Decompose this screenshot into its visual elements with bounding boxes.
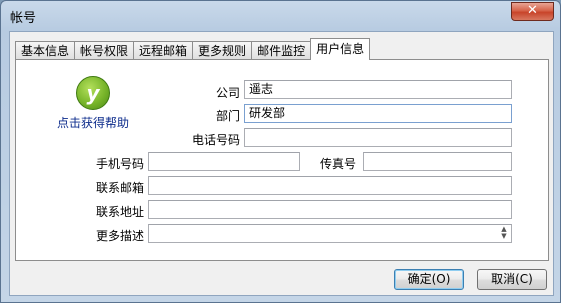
tab-remote-mailbox[interactable]: 远程邮箱 (133, 41, 194, 60)
company-label: 公司 (215, 86, 240, 100)
fax-field[interactable] (363, 152, 512, 171)
tab-user-info[interactable]: 用户信息 (310, 38, 371, 60)
dialog-body: 基本信息 帐号权限 远程邮箱 更多规则 邮件监控 用户信息 y 点击获得帮助 公… (9, 31, 554, 296)
cancel-button[interactable]: 取消(C) (477, 269, 547, 290)
help-link[interactable]: y 点击获得帮助 (48, 76, 138, 131)
close-button[interactable]: ✕ (511, 2, 554, 21)
description-field[interactable]: ▲ ▼ (148, 224, 512, 243)
mobile-field[interactable] (148, 152, 300, 171)
phone-field[interactable] (244, 128, 512, 147)
tab-basic-info[interactable]: 基本信息 (15, 41, 76, 60)
tab-more-rules[interactable]: 更多规则 (192, 41, 253, 60)
tab-mail-monitor[interactable]: 邮件监控 (251, 41, 312, 60)
window-title: 帐号 (10, 11, 37, 26)
user-info-panel: y 点击获得帮助 公司 遥志 部门 研发部 电话号码 手机号码 传真号 联系邮箱… (15, 59, 549, 261)
help-y-icon[interactable]: y (76, 76, 110, 110)
tab-bar: 基本信息 帐号权限 远程邮箱 更多规则 邮件监控 用户信息 (15, 38, 371, 60)
company-field[interactable]: 遥志 (244, 80, 512, 99)
help-label[interactable]: 点击获得帮助 (48, 114, 138, 131)
department-label: 部门 (215, 109, 240, 123)
email-field[interactable] (148, 176, 512, 195)
fax-label: 传真号 (319, 157, 356, 171)
address-field[interactable] (148, 200, 512, 219)
mobile-label: 手机号码 (95, 157, 144, 171)
ok-button[interactable]: 确定(O) (394, 269, 464, 290)
phone-label: 电话号码 (191, 133, 240, 147)
description-label: 更多描述 (95, 229, 144, 243)
department-field[interactable]: 研发部 (244, 104, 512, 123)
email-label: 联系邮箱 (95, 181, 144, 195)
scroll-spinner-icon[interactable]: ▲ ▼ (498, 226, 510, 241)
tab-account-permissions[interactable]: 帐号权限 (74, 41, 135, 60)
dialog-window: 帐号 ✕ 基本信息 帐号权限 远程邮箱 更多规则 邮件监控 用户信息 y 点击获… (0, 0, 561, 303)
address-label: 联系地址 (95, 205, 144, 219)
title-bar[interactable]: 帐号 ✕ (1, 1, 560, 31)
